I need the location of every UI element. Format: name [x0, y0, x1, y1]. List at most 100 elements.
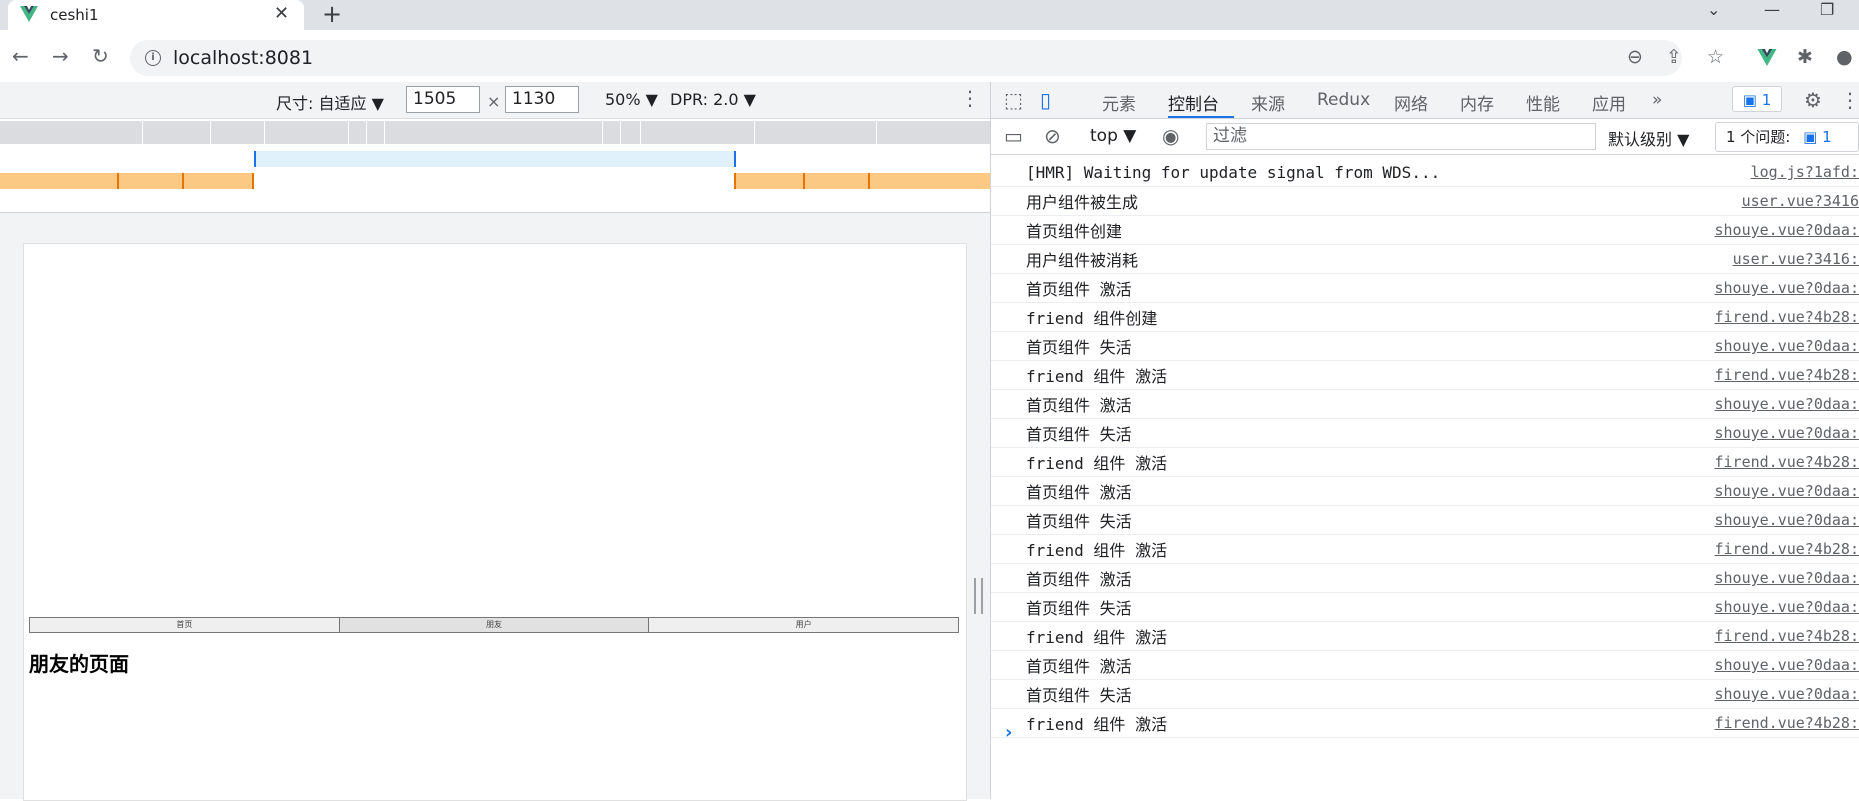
ruler-tick — [182, 173, 184, 189]
log-levels-dropdown[interactable]: 默认级别 ▼ — [1608, 126, 1689, 150]
console-source-link[interactable]: firend.vue?4b28: — [1715, 453, 1859, 471]
clear-console-icon[interactable]: ⊘ — [1044, 124, 1061, 148]
viewport-resize-handle[interactable] — [974, 578, 983, 614]
minimize-icon[interactable]: — — [1764, 0, 1780, 19]
page-nav-bar: 首页 朋友 用户 — [29, 617, 959, 633]
dimensions-dropdown[interactable]: 尺寸: 自适应 ▼ — [276, 90, 384, 114]
console-message-row: friend 组件创建firend.vue?4b28: — [991, 303, 1859, 332]
console-message-text: 首页组件 失活 — [1026, 421, 1132, 445]
close-tab-icon[interactable]: ✕ — [274, 3, 289, 24]
console-source-link[interactable]: firend.vue?4b28: — [1715, 366, 1859, 384]
console-source-link[interactable]: user.vue?3416 — [1742, 192, 1859, 210]
console-source-link[interactable]: shouye.vue?0daa: — [1715, 598, 1859, 616]
ruler-tick — [754, 121, 755, 144]
extensions-icon[interactable]: ✱ — [1797, 46, 1813, 68]
console-message-row: [HMR] Waiting for update signal from WDS… — [991, 158, 1859, 187]
issues-count-button[interactable]: 1 个问题: ▣ 1 — [1715, 122, 1859, 152]
nav-button-user[interactable]: 用户 — [649, 618, 958, 632]
console-source-link[interactable]: shouye.vue?0daa: — [1715, 221, 1859, 239]
tab-redux[interactable]: Redux — [1317, 90, 1370, 110]
new-tab-button[interactable]: + — [322, 0, 342, 28]
bookmark-star-icon[interactable]: ☆ — [1707, 46, 1724, 68]
tab-sources[interactable]: 来源 — [1251, 90, 1285, 115]
console-message-row: 首页组件 失活shouye.vue?0daa: — [991, 593, 1859, 622]
console-source-link[interactable]: shouye.vue?0daa: — [1715, 337, 1859, 355]
console-message-row: 用户组件被生成 user.vue?3416 — [991, 187, 1859, 216]
console-source-link[interactable]: shouye.vue?0daa: — [1715, 685, 1859, 703]
console-source-link[interactable]: firend.vue?4b28: — [1715, 714, 1859, 732]
console-source-link[interactable]: firend.vue?4b28: — [1715, 540, 1859, 558]
maximize-icon[interactable]: ❐ — [1820, 0, 1834, 19]
console-message-text: [HMR] Waiting for update signal from WDS… — [1026, 163, 1440, 182]
more-menu-icon[interactable]: ⋮ — [1840, 88, 1859, 112]
height-input[interactable]: 1130 — [505, 86, 579, 113]
dpr-dropdown[interactable]: DPR: 2.0 ▼ — [670, 90, 756, 109]
url-text[interactable]: localhost:8081 — [173, 47, 313, 69]
console-source-link[interactable]: shouye.vue?0daa: — [1715, 279, 1859, 297]
console-message-row: 首页组件 失活 shouye.vue?0daa: — [991, 419, 1859, 448]
filter-input[interactable]: 过滤 — [1206, 123, 1596, 150]
console-source-link[interactable]: shouye.vue?0daa: — [1715, 569, 1859, 587]
forward-icon[interactable]: → — [52, 44, 69, 68]
console-source-link[interactable]: firend.vue?4b28: — [1715, 308, 1859, 326]
console-message-row: friend 组件 激活firend.vue?4b28: — [991, 622, 1859, 651]
ruler-tick — [348, 121, 349, 144]
message-icon: ▣ — [1803, 128, 1817, 146]
more-options-icon[interactable]: ⋮ — [960, 86, 980, 110]
inspect-element-icon[interactable]: ⬚ — [1004, 88, 1023, 112]
console-source-link[interactable]: user.vue?3416: — [1733, 250, 1859, 268]
console-message-text: 首页组件创建 — [1026, 218, 1122, 242]
settings-gear-icon[interactable]: ⚙ — [1804, 88, 1822, 112]
media-query-bar-orange-left[interactable] — [0, 173, 254, 189]
device-toolbar-toggle-icon[interactable]: ▯ — [1040, 88, 1051, 112]
media-query-ruler[interactable] — [0, 121, 990, 144]
console-prompt[interactable]: › — [1005, 722, 1012, 743]
console-source-link[interactable]: shouye.vue?0daa: — [1715, 395, 1859, 413]
console-source-link[interactable]: shouye.vue?0daa: — [1715, 511, 1859, 529]
tab-memory[interactable]: 内存 — [1460, 90, 1494, 115]
tab-search-icon[interactable]: ⌄ — [1707, 0, 1720, 19]
console-source-link[interactable]: log.js?1afd: — [1751, 163, 1859, 181]
back-icon[interactable]: ← — [12, 44, 29, 68]
context-select[interactable]: top ▼ — [1090, 126, 1136, 146]
console-source-link[interactable]: shouye.vue?0daa: — [1715, 482, 1859, 500]
tab-application[interactable]: 应用 — [1592, 90, 1626, 115]
console-source-link[interactable]: shouye.vue?0daa: — [1715, 656, 1859, 674]
address-bar[interactable] — [130, 40, 1682, 76]
sidebar-toggle-icon[interactable]: ▭ — [1004, 124, 1023, 148]
console-message-text: 首页组件 激活 — [1026, 479, 1132, 503]
media-query-bar-orange-right[interactable] — [734, 173, 990, 189]
width-input[interactable]: 1505 — [406, 86, 480, 113]
ruler-tick — [366, 121, 367, 144]
console-message-text: 首页组件 激活 — [1026, 653, 1132, 677]
tab-elements[interactable]: 元素 — [1102, 90, 1136, 115]
issues-badge[interactable]: ▣ 1 — [1732, 86, 1782, 112]
console-message-row: 用户组件被消耗user.vue?3416: — [991, 245, 1859, 274]
tab-console[interactable]: 控制台 — [1168, 90, 1219, 115]
share-icon[interactable]: ⇪ — [1666, 46, 1682, 68]
vue-devtools-extension-icon[interactable] — [1757, 49, 1777, 66]
console-source-link[interactable]: firend.vue?4b28: — [1715, 627, 1859, 645]
profile-avatar-icon[interactable]: ● — [1836, 46, 1853, 68]
console-message-text: 用户组件被生成 — [1026, 189, 1138, 213]
console-message-row: 首页组件 激活shouye.vue?0daa: — [991, 390, 1859, 419]
vue-logo-icon — [20, 6, 38, 22]
message-icon: ▣ — [1743, 91, 1757, 109]
reload-icon[interactable]: ↻ — [92, 44, 109, 68]
ruler-tick — [384, 121, 385, 144]
console-message-text: 首页组件 激活 — [1026, 276, 1132, 300]
nav-button-home[interactable]: 首页 — [30, 618, 340, 632]
eye-icon[interactable]: ◉ — [1162, 124, 1179, 148]
zoom-icon[interactable]: ⊖ — [1627, 46, 1643, 68]
tab-network[interactable]: 网络 — [1394, 90, 1428, 115]
nav-button-friend[interactable]: 朋友 — [340, 618, 650, 632]
times-sign: × — [487, 92, 500, 111]
emulated-viewport — [23, 243, 967, 801]
ruler-tick — [117, 173, 119, 189]
zoom-dropdown[interactable]: 50% ▼ — [605, 90, 658, 109]
tab-performance[interactable]: 性能 — [1526, 90, 1560, 115]
more-tabs-icon[interactable]: » — [1652, 90, 1662, 110]
console-source-link[interactable]: shouye.vue?0daa: — [1715, 424, 1859, 442]
site-info-icon[interactable]: i — [145, 50, 161, 66]
media-query-bar-blue[interactable] — [254, 151, 736, 167]
